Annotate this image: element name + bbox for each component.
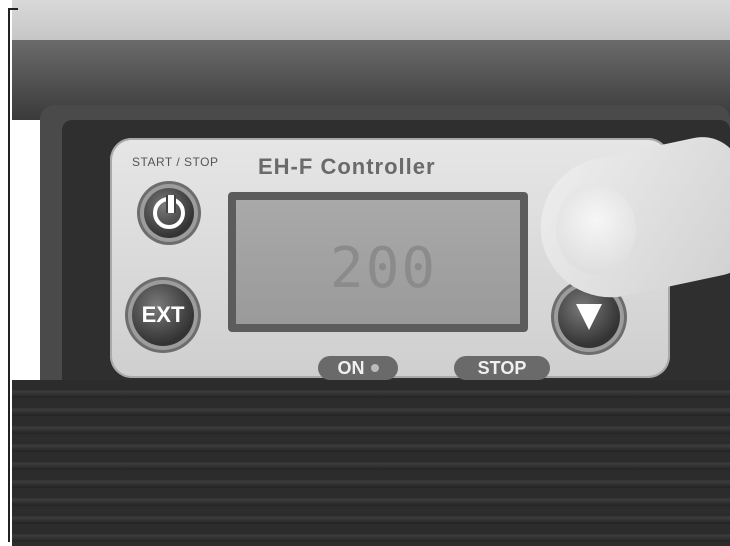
power-icon — [153, 195, 185, 229]
on-led — [370, 364, 379, 372]
fingertip — [556, 184, 636, 274]
ext-button-label: EXT — [141, 302, 185, 327]
border-corner — [8, 8, 18, 10]
start-stop-button[interactable] — [144, 188, 194, 238]
lcd-readout: 200 — [330, 236, 438, 301]
left-border — [8, 8, 10, 542]
controller-photo: START / STOP EH-F Controller 200 EXT ON … — [0, 0, 730, 546]
on-indicator-label: ON — [337, 357, 365, 378]
on-indicator: ON — [318, 356, 398, 380]
down-arrow-icon — [576, 304, 602, 330]
stop-indicator-label: STOP — [477, 357, 527, 378]
start-stop-label: START / STOP — [132, 155, 219, 169]
stop-indicator: STOP — [454, 356, 550, 380]
ext-button[interactable]: EXT — [132, 284, 194, 346]
controller-title: EH-F Controller — [258, 154, 436, 179]
housing-ribs — [12, 380, 730, 546]
